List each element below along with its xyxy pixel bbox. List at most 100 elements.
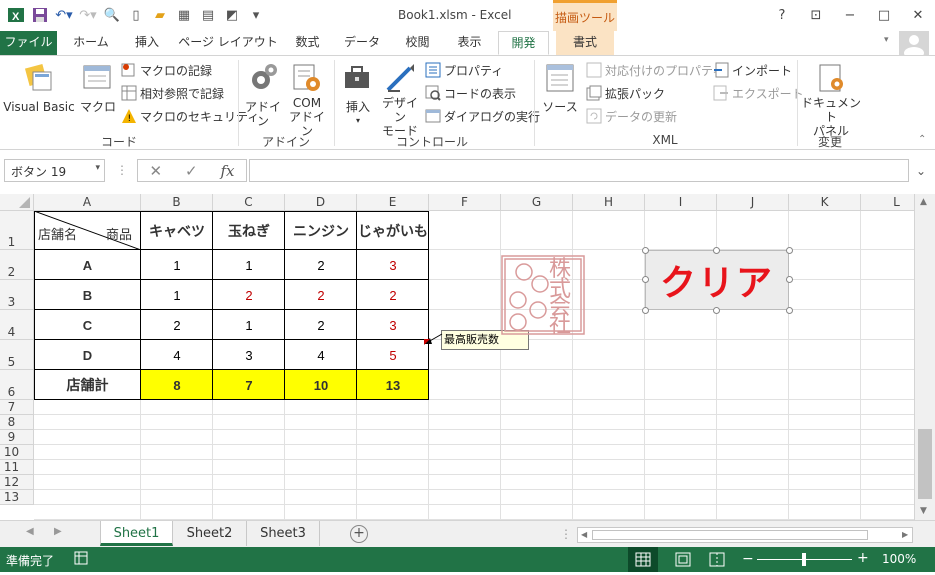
collapse-ribbon-icon[interactable]: ⌃ — [918, 134, 926, 145]
product-header-cell[interactable]: ニンジン — [285, 211, 357, 250]
zoom-level[interactable]: 100% — [882, 552, 916, 566]
expansion-packs-button[interactable]: 拡張パック — [586, 83, 665, 103]
value-cell[interactable]: 2 — [141, 310, 213, 340]
value-cell[interactable]: 3 — [357, 310, 429, 340]
macro-sheet-icon[interactable]: ▦ — [172, 4, 196, 26]
close-icon[interactable]: ✕ — [901, 0, 935, 30]
save-icon[interactable] — [28, 4, 52, 26]
value-cell[interactable]: 2 — [285, 280, 357, 310]
relative-reference-button[interactable]: 相対参照で記録 — [121, 83, 224, 103]
product-header-cell[interactable]: キャベツ — [141, 211, 213, 250]
export-button[interactable]: エクスポート — [713, 83, 804, 103]
tab-developer[interactable]: 開発 — [498, 31, 549, 55]
resize-handle[interactable] — [642, 276, 649, 283]
vertical-scroll-thumb[interactable] — [918, 429, 932, 499]
sheet-tab-sheet3[interactable]: Sheet3 — [247, 521, 320, 546]
resize-handle[interactable] — [786, 307, 793, 314]
new-file-icon[interactable]: ▯ — [124, 4, 148, 26]
worksheet-grid[interactable]: ABCDEFGHIJKL 1 2 3 4 5 6 7 8 9 10 11 12 13 キャベツ 玉ねぎ ニン… — [0, 194, 935, 520]
user-avatar-icon[interactable] — [899, 31, 929, 59]
scroll-right-icon[interactable]: ▶ — [902, 530, 908, 539]
run-dialog-button[interactable]: ダイアログの実行 — [425, 106, 540, 126]
value-cell[interactable]: 1 — [213, 250, 285, 280]
tab-data[interactable]: データ — [337, 31, 387, 55]
product-header-cell[interactable]: 玉ねぎ — [213, 211, 285, 250]
value-cell[interactable]: 3 — [357, 250, 429, 280]
product-header-cell[interactable]: じゃがいも — [357, 211, 429, 250]
row-header[interactable]: 13 — [0, 490, 34, 505]
enter-icon[interactable]: ✓ — [185, 162, 198, 180]
column-header[interactable]: E — [357, 194, 429, 211]
macros-button[interactable]: マクロ — [79, 62, 117, 114]
value-cell[interactable]: 3 — [213, 340, 285, 370]
ribbon-collapse-icon[interactable]: ▾ — [884, 35, 889, 45]
diagonal-header-cell[interactable]: 店舗名 商品 — [34, 211, 141, 250]
page-break-view-icon[interactable] — [702, 547, 732, 575]
value-cell[interactable]: 2 — [285, 250, 357, 280]
macro-record-status-icon[interactable] — [74, 551, 88, 568]
formula-input[interactable] — [249, 159, 909, 182]
total-label-cell[interactable]: 店舗計 — [34, 370, 141, 400]
resize-handle[interactable] — [713, 307, 720, 314]
row-header[interactable]: 12 — [0, 475, 34, 490]
row-header[interactable]: 3 — [0, 280, 34, 310]
value-cell[interactable]: 2 — [285, 310, 357, 340]
row-header[interactable]: 8 — [0, 415, 34, 430]
tab-insert[interactable]: 挿入 — [122, 31, 172, 55]
store-name-cell[interactable]: C — [34, 310, 141, 340]
store-name-cell[interactable]: A — [34, 250, 141, 280]
column-header[interactable]: D — [285, 194, 357, 211]
column-header[interactable]: B — [141, 194, 213, 211]
column-header[interactable]: K — [789, 194, 861, 211]
store-name-cell[interactable]: B — [34, 280, 141, 310]
column-header[interactable]: C — [213, 194, 285, 211]
horizontal-scrollbar[interactable]: ◀ ▶ — [577, 527, 913, 543]
row-header[interactable]: 1 — [0, 211, 34, 250]
zoom-slider-thumb[interactable] — [802, 553, 806, 566]
com-addins-button[interactable]: COM アドイン — [287, 62, 327, 138]
row-header[interactable]: 4 — [0, 310, 34, 340]
page-layout-view-icon[interactable] — [668, 547, 698, 575]
column-header[interactable]: H — [573, 194, 645, 211]
expand-formula-bar-icon[interactable]: ⌄ — [910, 159, 932, 182]
row-header[interactable]: 2 — [0, 250, 34, 280]
resize-handle[interactable] — [786, 276, 793, 283]
cancel-icon[interactable]: ✕ — [149, 162, 162, 180]
company-seal-stamp[interactable]: 株 式 会 社 — [500, 250, 586, 336]
value-cell[interactable]: 4 — [285, 340, 357, 370]
vertical-scrollbar[interactable]: ▲ ▼ — [914, 194, 935, 520]
excel-logo-icon[interactable]: X — [4, 4, 28, 26]
next-sheet-icon[interactable]: ▶ — [54, 526, 62, 537]
total-cell[interactable]: 8 — [141, 370, 213, 400]
value-cell[interactable]: 5 — [357, 340, 429, 370]
maximize-icon[interactable]: □ — [867, 0, 901, 30]
tab-split-grip-icon[interactable]: ⋮ — [560, 527, 572, 541]
total-cell[interactable]: 7 — [213, 370, 285, 400]
help-icon[interactable]: ? — [765, 0, 799, 30]
ribbon-display-icon[interactable]: ⊡ — [799, 0, 833, 30]
row-header[interactable]: 11 — [0, 460, 34, 475]
insert-function-icon[interactable]: fx — [221, 162, 235, 180]
form-icon[interactable]: ▤ — [196, 4, 220, 26]
sheet-tab-sheet1[interactable]: Sheet1 — [100, 521, 173, 546]
design-mode-button[interactable]: デザイン モード — [378, 62, 422, 138]
select-all-corner[interactable] — [0, 194, 34, 211]
map-properties-button[interactable]: 対応付けのプロパティ — [586, 60, 724, 80]
column-header[interactable]: I — [645, 194, 717, 211]
normal-view-icon[interactable] — [628, 547, 658, 572]
source-button[interactable]: ソース — [540, 62, 580, 114]
open-folder-icon[interactable]: ▰ — [148, 4, 172, 26]
horizontal-scroll-thumb[interactable] — [592, 530, 868, 540]
value-cell[interactable]: 2 — [213, 280, 285, 310]
tab-formulas[interactable]: 数式 — [285, 31, 330, 55]
tab-view[interactable]: 表示 — [447, 31, 492, 55]
view-code-button[interactable]: コードの表示 — [425, 83, 516, 103]
design-icon[interactable]: ◩ — [220, 4, 244, 26]
total-cell[interactable]: 10 — [285, 370, 357, 400]
undo-icon[interactable]: ↶▾ — [52, 4, 76, 26]
tab-file[interactable]: ファイル — [0, 31, 57, 55]
visual-basic-button[interactable]: Visual Basic — [3, 62, 75, 114]
import-button[interactable]: インポート — [713, 60, 792, 80]
row-header[interactable]: 10 — [0, 445, 34, 460]
clear-button[interactable]: クリア — [645, 250, 789, 310]
